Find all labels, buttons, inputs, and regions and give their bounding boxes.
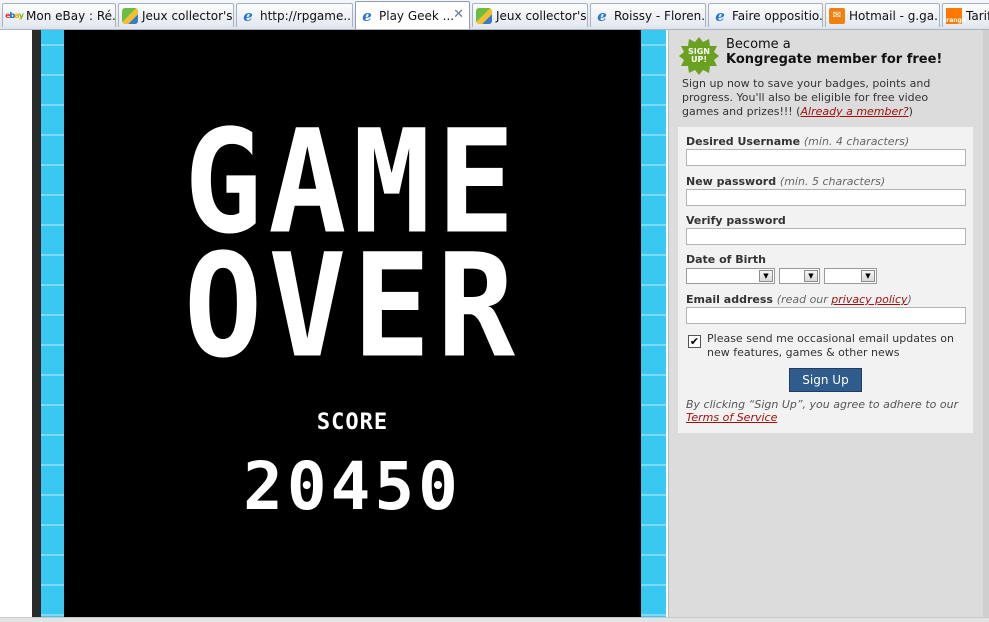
password-input[interactable] xyxy=(686,189,966,206)
ebay-icon: ebay xyxy=(5,11,24,20)
tab-label: Play Geek ... xyxy=(379,8,455,23)
ie-icon: e xyxy=(597,6,607,25)
username-input[interactable] xyxy=(686,149,966,166)
game-frame-border xyxy=(32,30,41,617)
kongregate-heading: Kongregate member for free! xyxy=(726,52,943,67)
chevron-down-icon: ▼ xyxy=(861,270,875,282)
game-over-line2: OVER xyxy=(183,222,522,390)
status-bar-edge xyxy=(0,617,989,622)
tab-faire-opposition[interactable]: e Faire oppositio... xyxy=(708,3,823,27)
tab-jeux-collectors-1[interactable]: Jeux collector's... xyxy=(118,3,234,27)
game-site-icon xyxy=(476,7,492,24)
ie-icon: e xyxy=(362,6,372,25)
username-label-text: Desired Username xyxy=(686,135,801,148)
password-label: New password (min. 5 characters) xyxy=(686,175,885,188)
terms-notice: By clicking “Sign Up”, you agree to adhe… xyxy=(686,398,962,424)
email-hint: (read our privacy policy) xyxy=(777,293,912,306)
tab-label: Tarifs xyxy=(966,8,989,23)
hotmail-icon: ✉ xyxy=(829,7,845,24)
dob-year-select[interactable]: ▼ xyxy=(824,268,877,284)
tab-label: Faire oppositio... xyxy=(732,8,823,23)
tab-hotmail[interactable]: ✉ Hotmail - g.ga... xyxy=(825,3,940,27)
chevron-down-icon: ▼ xyxy=(759,270,773,282)
newsletter-label: Please send me occasional email updates … xyxy=(707,332,954,359)
tab-roissy[interactable]: e Roissy - Floren... xyxy=(590,3,706,27)
verify-password-input[interactable] xyxy=(686,228,966,245)
verify-password-label: Verify password xyxy=(686,214,786,227)
tab-label: Hotmail - g.ga... xyxy=(849,8,940,23)
score-label: SCORE xyxy=(316,410,389,435)
game-site-icon xyxy=(122,7,138,24)
signup-intro: Sign up now to save your badges, points … xyxy=(682,77,962,119)
password-label-text: New password xyxy=(686,175,777,188)
email-label: Email address (read our privacy policy) xyxy=(686,293,912,306)
badge-line2: UP! xyxy=(690,55,707,64)
orange-icon: orange xyxy=(943,7,966,24)
email-hint-close: ) xyxy=(907,293,912,306)
tab-label: Jeux collector's... xyxy=(142,8,234,23)
email-hint-open: (read our xyxy=(776,293,832,306)
tab-rpgame[interactable]: e http://rpgame.... xyxy=(236,3,353,27)
tab-label: Roissy - Floren... xyxy=(614,8,706,23)
game-canvas[interactable]: GAME OVER SCORE 20450 xyxy=(64,30,641,617)
close-tab-icon[interactable]: ✕ xyxy=(453,8,464,21)
email-label-text: Email address xyxy=(686,293,773,306)
ie-icon: e xyxy=(715,6,725,25)
newsletter-checkbox[interactable]: ✔ xyxy=(688,335,701,348)
browser-tab-strip: ebay Mon eBay : Ré... Jeux collector's..… xyxy=(0,0,989,30)
username-hint: (min. 4 characters) xyxy=(803,135,910,148)
ie-icon: e xyxy=(243,6,253,25)
tab-label: Mon eBay : Ré... xyxy=(26,8,116,23)
email-input[interactable] xyxy=(686,307,966,324)
privacy-policy-link[interactable]: privacy policy xyxy=(831,293,907,306)
become-heading: Become a xyxy=(726,37,791,52)
score-value: 20450 xyxy=(243,448,462,525)
tab-label: http://rpgame.... xyxy=(260,8,353,23)
panel-edge xyxy=(983,30,989,617)
game-frame-stripe-left xyxy=(41,30,64,617)
dob-day-select[interactable]: ▼ xyxy=(779,268,820,284)
page-left-margin xyxy=(0,30,32,621)
checkmark-icon: ✔ xyxy=(689,335,700,348)
terms-of-service-link[interactable]: Terms of Service xyxy=(686,411,777,424)
chevron-down-icon: ▼ xyxy=(804,270,818,282)
sign-up-badge-icon: SIGN UP! xyxy=(679,36,719,76)
tab-ebay[interactable]: ebay Mon eBay : Ré... xyxy=(2,3,116,27)
tab-play-geek[interactable]: e Play Geek ... ✕ xyxy=(355,1,470,29)
tab-jeux-collectors-2[interactable]: Jeux collector's... xyxy=(472,3,588,27)
tab-tarifs[interactable]: orange Tarifs xyxy=(942,3,989,27)
already-member-link[interactable]: Already a member? xyxy=(800,105,908,118)
game-frame-stripe-right xyxy=(641,30,666,617)
sign-up-button[interactable]: Sign Up xyxy=(789,368,862,392)
dob-label: Date of Birth xyxy=(686,253,766,266)
dob-month-select[interactable]: ▼ xyxy=(686,268,775,284)
tab-label: Jeux collector's... xyxy=(496,8,588,23)
intro-close: ) xyxy=(908,105,913,118)
username-label: Desired Username (min. 4 characters) xyxy=(686,135,909,148)
password-hint: (min. 5 characters) xyxy=(779,175,886,188)
terms-text: By clicking “Sign Up”, you agree to adhe… xyxy=(686,398,959,411)
